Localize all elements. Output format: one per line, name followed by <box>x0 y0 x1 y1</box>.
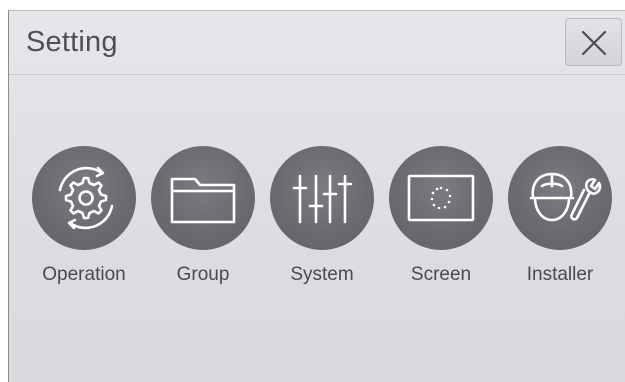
screen-button[interactable] <box>389 146 493 250</box>
operation-button[interactable] <box>32 146 136 250</box>
menu-item-label: Installer <box>526 264 594 285</box>
settings-window: Setting Operation Group System Screen In… <box>8 10 625 382</box>
header-bar: Setting <box>9 11 625 75</box>
system-button[interactable] <box>270 146 374 250</box>
menu-item-operation[interactable]: Operation <box>29 146 139 286</box>
menu-item-group[interactable]: Group <box>148 146 258 286</box>
sliders-icon <box>292 174 353 224</box>
menu-item-screen[interactable]: Screen <box>386 146 496 286</box>
menu-item-system[interactable]: System <box>267 146 377 286</box>
menu-item-label: Group <box>176 264 230 285</box>
screen-icon <box>407 174 475 222</box>
menu-item-label: System <box>290 264 354 285</box>
group-button[interactable] <box>151 146 255 250</box>
menu-item-label: Operation <box>42 264 126 285</box>
installer-wrench-icon <box>529 172 602 222</box>
installer-button[interactable] <box>508 146 612 250</box>
menu-item-installer[interactable]: Installer <box>505 146 615 286</box>
close-button[interactable] <box>565 18 622 66</box>
folder-icon <box>170 177 236 224</box>
menu-item-label: Screen <box>410 264 472 285</box>
close-icon <box>581 30 607 56</box>
settings-menu: Operation Group System Screen Installer <box>29 146 612 296</box>
operation-gear-icon <box>58 166 114 230</box>
page-title: Setting <box>26 26 118 58</box>
